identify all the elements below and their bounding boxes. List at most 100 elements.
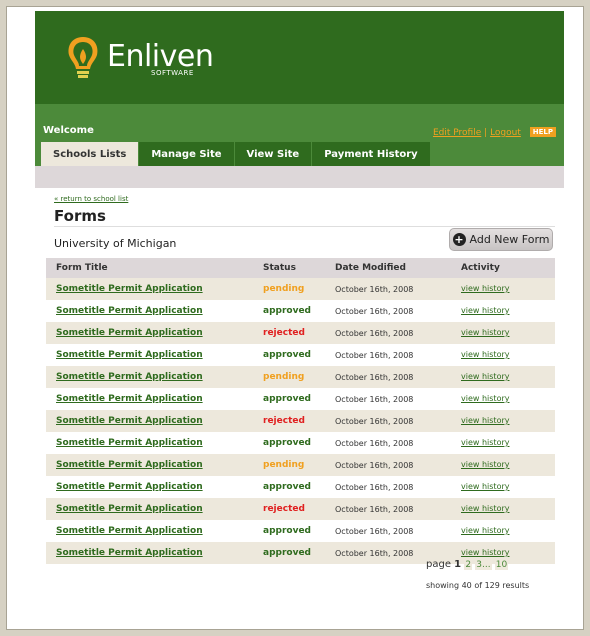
form-title-link[interactable]: Sometitle Permit Application	[56, 328, 203, 338]
page-link-2[interactable]: 2	[464, 560, 473, 570]
welcome-label: Welcome	[43, 125, 94, 136]
form-title-link[interactable]: Sometitle Permit Application	[56, 438, 203, 448]
header-form-title[interactable]: Form Title	[46, 263, 251, 273]
form-title-link[interactable]: Sometitle Permit Application	[56, 548, 203, 558]
table-row: Sometitle Permit Application approved Octo…	[46, 344, 555, 366]
status-badge: approved	[263, 526, 311, 536]
results-count: showing 40 of 129 results	[426, 581, 530, 590]
cell-date-modified: October 16th, 2008	[335, 306, 414, 316]
view-history-link[interactable]: view history	[461, 328, 509, 337]
cell-date-modified: October 16th, 2008	[335, 460, 414, 470]
view-history-link[interactable]: view history	[461, 350, 509, 359]
status-badge: pending	[263, 372, 305, 382]
edit-profile-link[interactable]: Edit Profile	[433, 128, 481, 138]
form-title-link[interactable]: Sometitle Permit Application	[56, 372, 203, 382]
cell-form-title: Sometitle Permit Application	[46, 482, 251, 492]
cell-form-title: Sometitle Permit Application	[46, 460, 251, 470]
cell-form-title: Sometitle Permit Application	[46, 372, 251, 382]
cell-form-title: Sometitle Permit Application	[46, 548, 251, 558]
status-badge: rejected	[263, 328, 305, 338]
user-links: Edit Profile | Logout HELP	[433, 127, 556, 138]
header-activity[interactable]: Activity	[449, 263, 555, 273]
logo-subtitle: SOFTWARE	[151, 69, 194, 77]
status-badge: approved	[263, 306, 311, 316]
cell-activity: view history	[449, 548, 555, 558]
cell-form-title: Sometitle Permit Application	[46, 394, 251, 404]
lightbulb-icon	[68, 37, 98, 78]
page-title: Forms	[54, 207, 106, 225]
view-history-link[interactable]: view history	[461, 438, 509, 447]
cell-form-title: Sometitle Permit Application	[46, 306, 251, 316]
cell-activity: view history	[449, 284, 555, 294]
form-title-link[interactable]: Sometitle Permit Application	[56, 306, 203, 316]
cell-activity: view history	[449, 328, 555, 338]
table-row: Sometitle Permit Application pending Octob…	[46, 366, 555, 388]
form-title-link[interactable]: Sometitle Permit Application	[56, 504, 203, 514]
cell-date-modified: October 16th, 2008	[335, 438, 414, 448]
cell-activity: view history	[449, 416, 555, 426]
view-history-link[interactable]: view history	[461, 394, 509, 403]
view-history-link[interactable]: view history	[461, 416, 509, 425]
view-history-link[interactable]: view history	[461, 526, 509, 535]
header-date-modified[interactable]: Date Modified	[327, 263, 449, 273]
table-row: Sometitle Permit Application approved Octo…	[46, 388, 555, 410]
table-body: Sometitle Permit Application pending Octob…	[46, 278, 555, 564]
table-row: Sometitle Permit Application approved Octo…	[46, 520, 555, 542]
help-button[interactable]: HELP	[529, 127, 556, 137]
tab-schools-lists[interactable]: Schools Lists	[41, 142, 139, 166]
main-tabs: Schools Lists Manage Site View Site Paym…	[41, 142, 431, 166]
table-row: Sometitle Permit Application pending Octob…	[46, 278, 555, 300]
view-history-link[interactable]: view history	[461, 504, 509, 513]
status-badge: approved	[263, 350, 311, 360]
status-badge: approved	[263, 438, 311, 448]
cell-date-modified: October 16th, 2008	[335, 548, 414, 558]
cell-date-modified: October 16th, 2008	[335, 504, 414, 514]
cell-activity: view history	[449, 438, 555, 448]
cell-form-title: Sometitle Permit Application	[46, 438, 251, 448]
cell-form-title: Sometitle Permit Application	[46, 504, 251, 514]
tab-manage-site[interactable]: Manage Site	[139, 142, 234, 166]
view-history-link[interactable]: view history	[461, 482, 509, 491]
table-row: Sometitle Permit Application approved Octo…	[46, 432, 555, 454]
cell-activity: view history	[449, 306, 555, 316]
tab-view-site[interactable]: View Site	[234, 142, 312, 166]
form-title-link[interactable]: Sometitle Permit Application	[56, 526, 203, 536]
cell-date-modified: October 16th, 2008	[335, 482, 414, 492]
status-badge: approved	[263, 482, 311, 492]
table-row: Sometitle Permit Application approved Octo…	[46, 300, 555, 322]
form-title-link[interactable]: Sometitle Permit Application	[56, 394, 203, 404]
tab-payment-history[interactable]: Payment History	[312, 142, 430, 166]
form-title-link[interactable]: Sometitle Permit Application	[56, 350, 203, 360]
cell-activity: view history	[449, 526, 555, 536]
cell-date-modified: October 16th, 2008	[335, 284, 414, 294]
cell-form-title: Sometitle Permit Application	[46, 350, 251, 360]
view-history-link[interactable]: view history	[461, 460, 509, 469]
return-to-school-list-link[interactable]: « return to school list	[54, 195, 128, 203]
view-history-link[interactable]: view history	[461, 548, 509, 557]
cell-date-modified: October 16th, 2008	[335, 350, 414, 360]
page-current: 1	[454, 559, 462, 570]
table-header: Form Title Status Date Modified Activity	[46, 258, 555, 278]
cell-form-title: Sometitle Permit Application	[46, 284, 251, 294]
form-title-link[interactable]: Sometitle Permit Application	[56, 482, 203, 492]
logout-link[interactable]: Logout	[490, 128, 521, 138]
header-banner: Enliven SOFTWARE	[35, 11, 564, 104]
form-title-link[interactable]: Sometitle Permit Application	[56, 284, 203, 294]
header-status[interactable]: Status	[251, 263, 327, 273]
page-link-3[interactable]: 3...	[475, 560, 492, 570]
status-badge: approved	[263, 394, 311, 404]
page-link-last[interactable]: 10	[494, 560, 509, 570]
view-history-link[interactable]: view history	[461, 372, 509, 381]
table-row: Sometitle Permit Application rejected Octo…	[46, 322, 555, 344]
page-label: page	[426, 559, 451, 570]
view-history-link[interactable]: view history	[461, 306, 509, 315]
view-history-link[interactable]: view history	[461, 284, 509, 293]
form-title-link[interactable]: Sometitle Permit Application	[56, 416, 203, 426]
cell-date-modified: October 16th, 2008	[335, 416, 414, 426]
status-badge: approved	[263, 548, 311, 558]
cell-activity: view history	[449, 504, 555, 514]
add-new-form-button[interactable]: + Add New Form	[449, 228, 553, 251]
form-title-link[interactable]: Sometitle Permit Application	[56, 460, 203, 470]
cell-activity: view history	[449, 350, 555, 360]
title-divider	[54, 226, 555, 227]
